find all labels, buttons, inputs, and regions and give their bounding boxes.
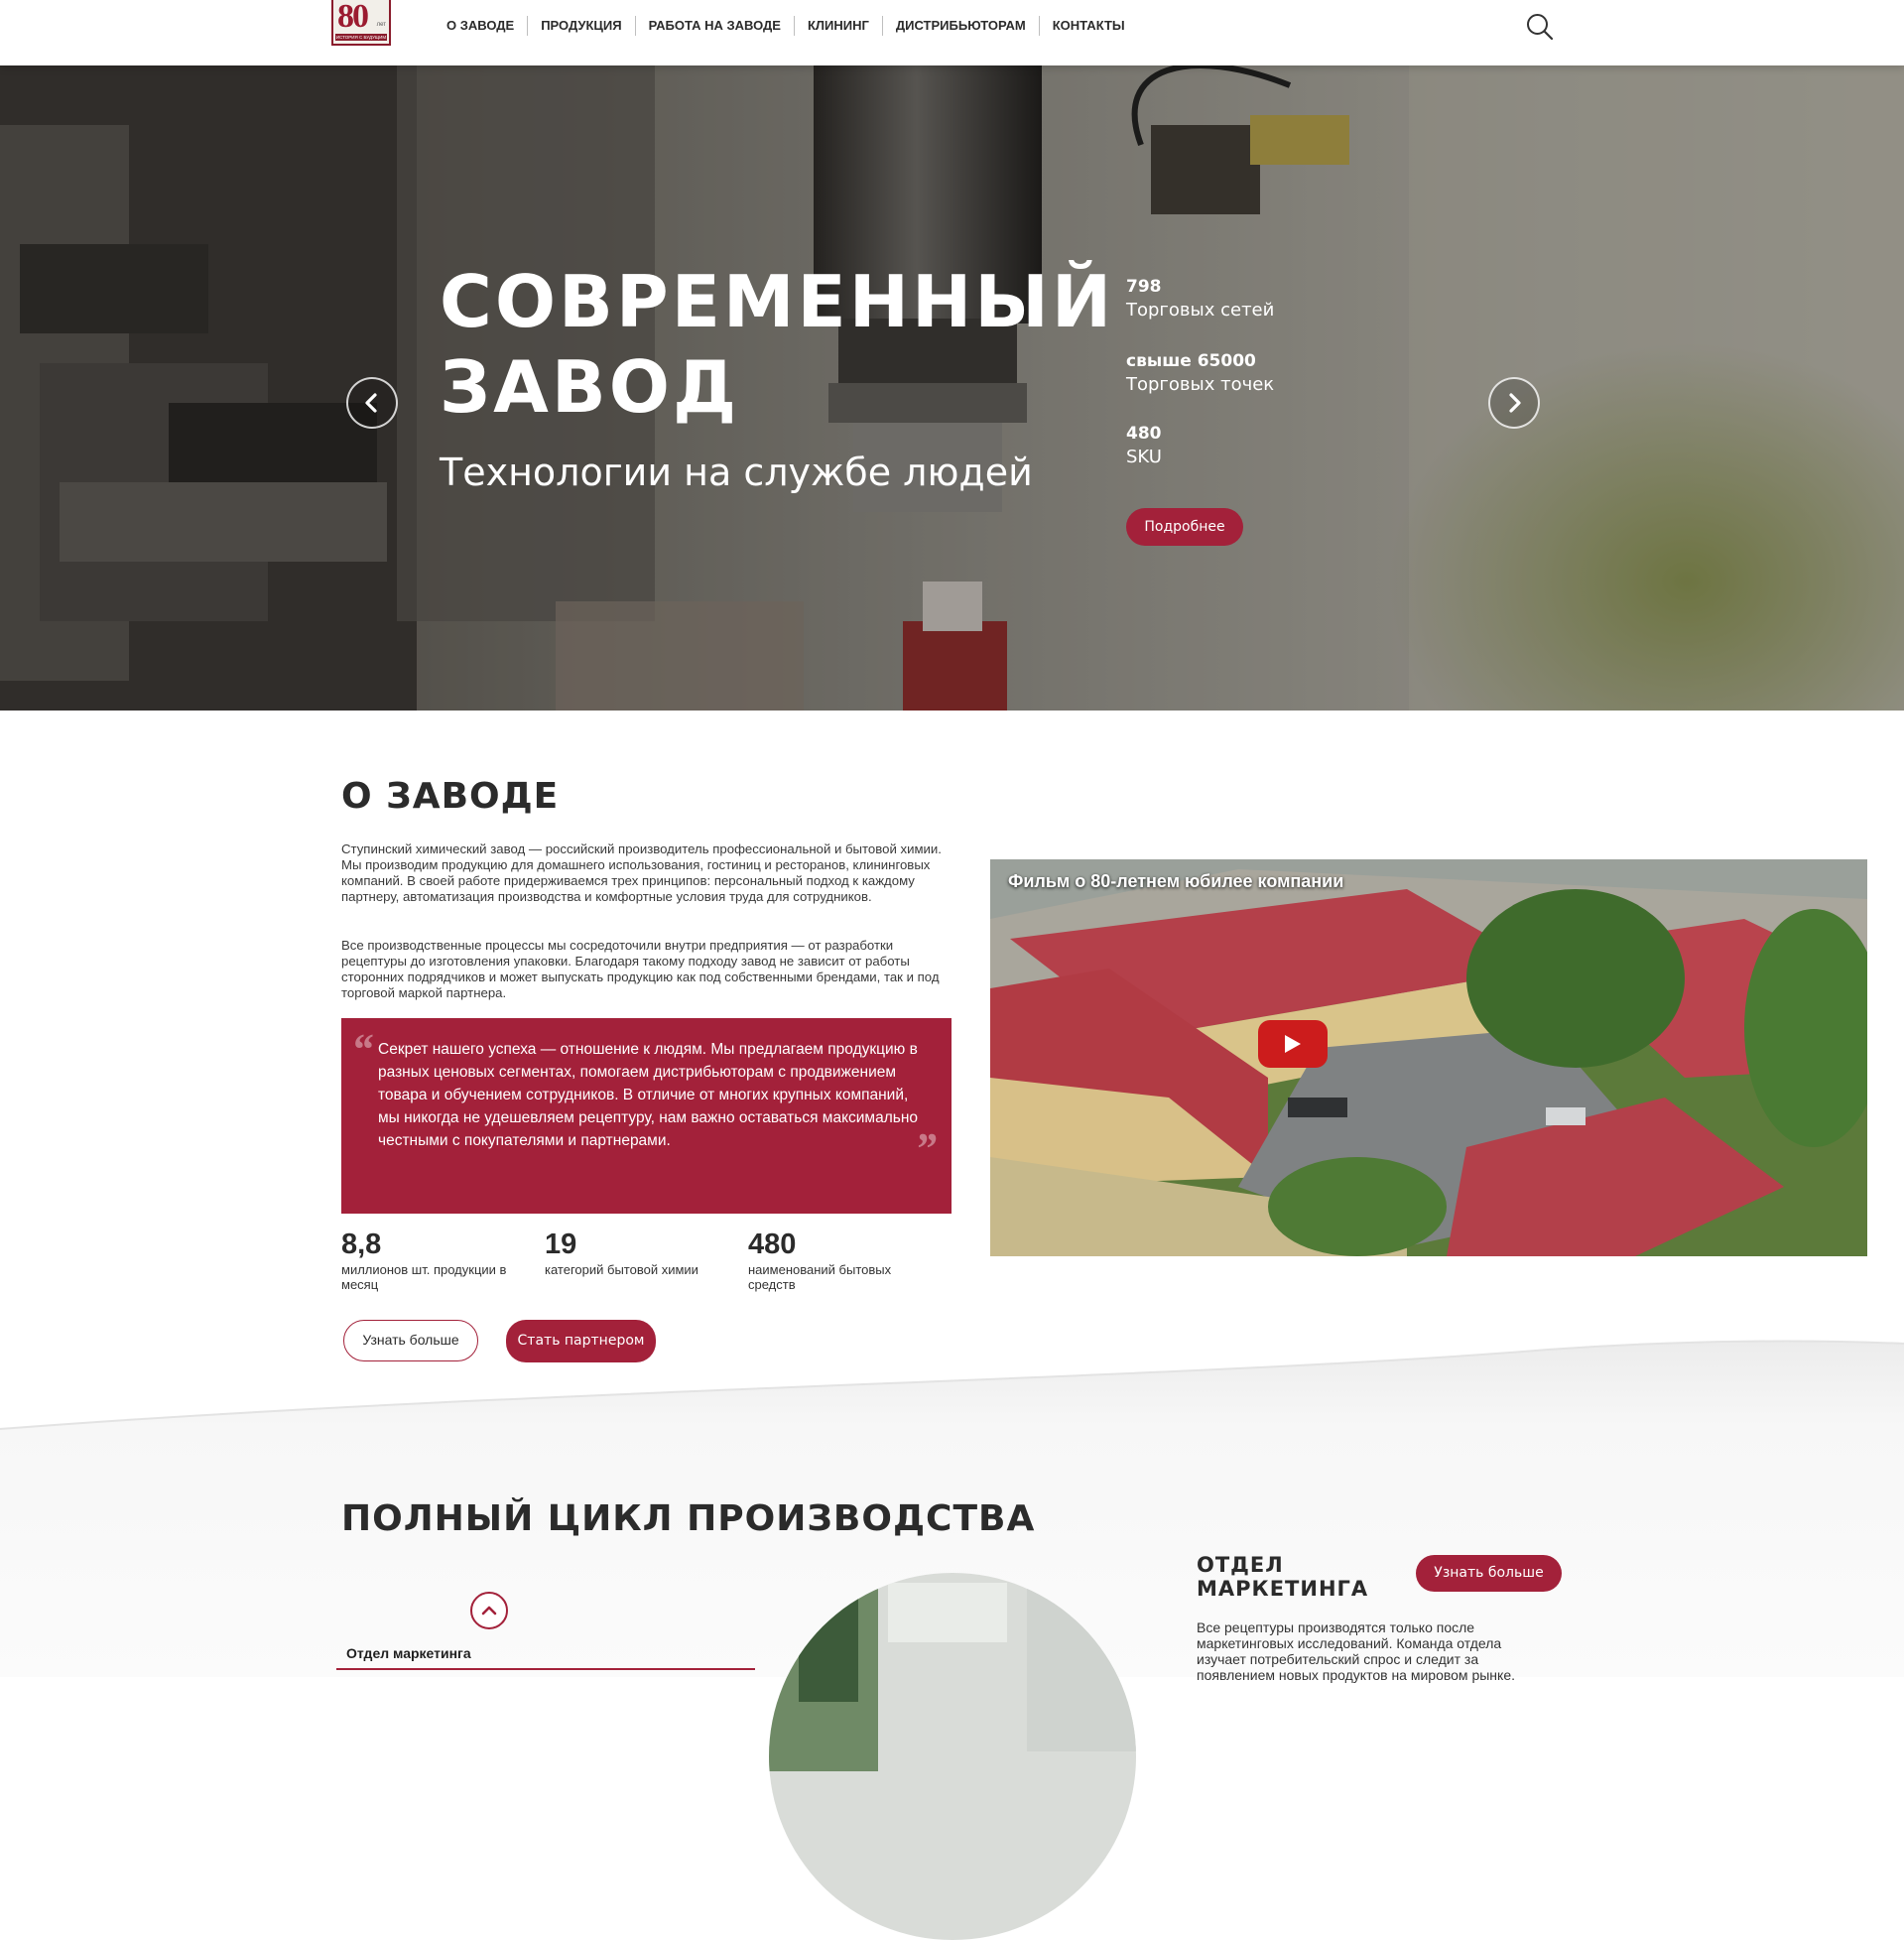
about-stat: 8,8 миллионов шт. продукции в месяц xyxy=(341,1227,530,1292)
hero-subtitle: Технологии на службе людей xyxy=(440,451,1033,494)
cycle-title: ПОЛНЫЙ ЦИКЛ ПРОИЗВОДСТВА xyxy=(341,1498,1036,1539)
about-stat-label: миллионов шт. продукции в месяц xyxy=(341,1262,507,1292)
hero-stat-value: 480 xyxy=(1126,424,1162,444)
nav-item-about[interactable]: О ЗАВОДЕ xyxy=(434,16,527,36)
nav-item-products[interactable]: ПРОДУКЦИЯ xyxy=(527,16,634,36)
about-stat-label: категорий бытовой химии xyxy=(545,1262,698,1277)
nav-item-cleaning[interactable]: КЛИНИНГ xyxy=(793,16,882,36)
chevron-right-icon[interactable] xyxy=(1488,377,1540,429)
hero-stat: 480 SKU xyxy=(1126,422,1162,469)
department-learn-more-button[interactable]: Узнать больше xyxy=(1416,1555,1562,1592)
nav-item-contacts[interactable]: КОНТАКТЫ xyxy=(1038,16,1138,36)
cycle-active-line xyxy=(336,1668,755,1670)
logo-strip: ИСТОРИЯ С БУДУЩИМ xyxy=(335,34,387,41)
about-stat-value: 480 xyxy=(748,1229,797,1260)
quote-close-icon: ” xyxy=(915,1124,937,1173)
chevron-up-icon[interactable] xyxy=(470,1592,508,1629)
quote-block: “ Секрет нашего успеха — отношение к люд… xyxy=(341,1018,952,1214)
hero-stat-label: Торговых сетей xyxy=(1126,300,1275,321)
chevron-left-icon[interactable] xyxy=(346,377,398,429)
details-button[interactable]: Подробнее xyxy=(1126,508,1243,546)
hero-stat: свыше 65000 Торговых точек xyxy=(1126,349,1274,397)
quote-text: Секрет нашего успеха — отношение к людям… xyxy=(378,1041,919,1149)
about-stat: 19 категорий бытовой химии xyxy=(545,1227,733,1277)
department-title: ОТДЕЛ МАРКЕТИНГА xyxy=(1197,1553,1369,1601)
main-nav: О ЗАВОДЕ ПРОДУКЦИЯ РАБОТА НА ЗАВОДЕ КЛИН… xyxy=(434,16,1138,36)
logo-number: 80 xyxy=(337,0,369,35)
about-stat: 480 наименований бытовых средств xyxy=(748,1227,937,1292)
nav-item-distributors[interactable]: ДИСТРИБЬЮТОРАМ xyxy=(881,16,1039,36)
search-icon[interactable] xyxy=(1525,12,1555,42)
site-header: 80 лет ИСТОРИЯ С БУДУЩИМ О ЗАВОДЕ ПРОДУК… xyxy=(0,0,1904,65)
nav-item-careers[interactable]: РАБОТА НА ЗАВОДЕ xyxy=(634,16,794,36)
about-paragraph: Все производственные процессы мы сосредо… xyxy=(341,938,940,1000)
about-title: О ЗАВОДЕ xyxy=(341,776,560,817)
hero-slider: СОВРЕМЕННЫЙ ЗАВОД Технологии на службе л… xyxy=(0,65,1904,711)
hero-stat-label: Торговых точек xyxy=(1126,374,1275,395)
hero-stat-value: 798 xyxy=(1126,277,1162,297)
about-paragraph: Ступинский химический завод — российский… xyxy=(341,841,942,904)
about-stat-value: 8,8 xyxy=(341,1229,382,1260)
video-thumbnail xyxy=(990,859,1867,1256)
video-player[interactable]: Фильм о 80-летнем юбилее компании xyxy=(990,859,1867,1256)
quote-open-icon: “ xyxy=(351,1025,373,1074)
video-title: Фильм о 80-летнем юбилее компании xyxy=(1008,871,1344,891)
logo-years: лет xyxy=(376,22,386,28)
cycle-item-marketing[interactable]: Отдел маркетинга xyxy=(346,1645,471,1661)
department-text: Все рецептуры производятся только после … xyxy=(1197,1619,1515,1683)
about-stat-label: наименований бытовых средств xyxy=(748,1262,892,1292)
department-photo xyxy=(769,1573,1136,1940)
hero-stat-label: SKU xyxy=(1126,447,1162,467)
play-icon[interactable] xyxy=(1258,1020,1328,1068)
hero-stat-value: свыше 65000 xyxy=(1126,351,1256,371)
hero-title: СОВРЕМЕННЫЙ ЗАВОД xyxy=(440,260,1115,429)
about-stat-value: 19 xyxy=(545,1229,577,1260)
hero-stat: 798 Торговых сетей xyxy=(1126,275,1274,323)
company-logo[interactable]: 80 лет ИСТОРИЯ С БУДУЩИМ xyxy=(331,0,391,46)
